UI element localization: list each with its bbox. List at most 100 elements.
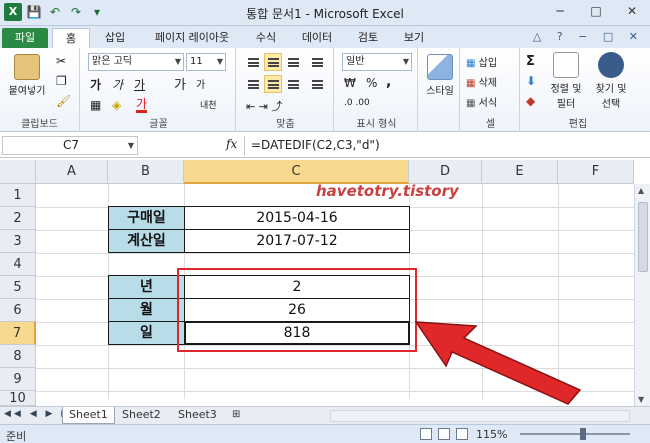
cell-c3[interactable]: 2017-07-12 [184,229,410,253]
autosum-button[interactable]: Σ [526,54,535,69]
align-middle-button[interactable] [264,53,282,71]
row-header-4[interactable]: 4 [0,253,36,276]
clear-icon[interactable]: ◆ [526,94,535,108]
row-header-3[interactable]: 3 [0,230,36,253]
align-top-button[interactable] [244,53,262,71]
copy-icon[interactable]: ❐ [56,74,67,88]
sort-filter-button[interactable]: 정렬 및 필터 [546,52,586,110]
align-left-button[interactable] [244,75,262,93]
tab-insert[interactable]: 삽입 [96,28,134,48]
row-header-10[interactable]: 10 [0,391,36,406]
cell-c2[interactable]: 2015-04-16 [184,206,410,230]
styles-button[interactable]: 스타일 [422,54,458,97]
column-header-b[interactable]: B [108,160,184,184]
column-header-a[interactable]: A [36,160,108,184]
row-header-2[interactable]: 2 [0,207,36,230]
page-break-view-icon[interactable] [456,428,468,440]
page-layout-view-icon[interactable] [438,428,450,440]
tab-page-layout[interactable]: 페이지 레이아웃 [144,28,240,48]
merge-center-button[interactable] [308,75,326,93]
grow-font-button[interactable]: 가 [174,74,186,93]
sheet-tab-sheet2[interactable]: Sheet2 [116,407,167,424]
fill-color-icon[interactable]: ◈ [112,98,121,112]
select-all-button[interactable] [0,160,36,184]
row-header-8[interactable]: 8 [0,345,36,368]
tab-home[interactable]: 홈 [52,28,90,48]
align-icon [268,80,279,89]
align-center-button[interactable] [264,75,282,93]
find-select-button[interactable]: 찾기 및 선택 [590,52,632,110]
tab-data[interactable]: 데이터 [294,28,340,48]
underline-button[interactable]: 가 [134,76,145,93]
zoom-slider[interactable] [520,428,630,440]
currency-button[interactable]: ₩ [344,76,356,90]
indent-icons[interactable]: ⇤ ⇥ ⤴ [246,98,282,114]
percent-button[interactable]: % [366,76,377,90]
column-header-d[interactable]: D [409,160,482,184]
format-painter-icon[interactable]: 🖌 [56,94,71,108]
name-box[interactable]: C7 ▼ [2,136,138,155]
borders-icon[interactable]: ▦ [90,98,101,112]
decimal-icons[interactable]: .0 .00 [344,98,370,108]
align-icon [248,80,259,89]
row-header-9[interactable]: 9 [0,368,36,391]
ribbon-tabs: 파일 홈 삽입 페이지 레이아웃 수식 데이터 검토 보기 △ ? − □ ✕ [0,26,650,48]
format-cells-button[interactable]: ▦ 서식 [466,94,497,109]
tab-view[interactable]: 보기 [396,28,432,48]
scroll-thumb[interactable] [638,202,648,272]
delete-cells-button[interactable]: ▦ 삭제 [466,74,497,89]
column-header-f[interactable]: F [558,160,634,184]
sort-filter-icon [553,52,579,78]
font-name-dropdown[interactable]: 맑은 고딕 ▼ [88,53,184,71]
wrap-text-button[interactable] [308,53,326,71]
tab-review[interactable]: 검토 [350,28,386,48]
vertical-scrollbar[interactable]: ▲ ▼ [634,184,650,406]
font-size-dropdown[interactable]: 11 ▼ [186,53,226,71]
horizontal-scrollbar[interactable] [330,410,630,422]
sheet-tab-sheet1[interactable]: Sheet1 [62,407,115,424]
insert-cells-button[interactable]: ▦ 삽입 [466,54,497,69]
binoculars-icon [598,52,624,78]
scroll-down-icon[interactable]: ▼ [638,395,644,404]
phonetic-button[interactable]: 내천 [200,98,217,111]
number-format-dropdown[interactable]: 일반 ▼ [342,53,412,71]
bold-button[interactable]: 가 [90,76,101,93]
tab-formulas[interactable]: 수식 [248,28,284,48]
zoom-slider-knob[interactable] [580,428,586,440]
row-header-1[interactable]: 1 [0,184,36,207]
cell-b3[interactable]: 계산일 [108,229,185,253]
ribbon-help-icons[interactable]: △ ? − □ ✕ [533,30,644,43]
align-right-button[interactable] [284,75,302,93]
shrink-font-button[interactable]: 가 [196,76,205,91]
italic-button[interactable]: 가 [112,76,123,93]
cell-b7[interactable]: 일 [108,321,185,345]
new-sheet-icon[interactable]: ⊞ [226,407,246,424]
row-header-6[interactable]: 6 [0,299,36,322]
cell-b6[interactable]: 월 [108,298,185,322]
column-header-e[interactable]: E [482,160,558,184]
comma-button[interactable]: , [386,74,391,90]
status-ready: 준비 [6,430,27,443]
status-bar: 준비 115% [0,424,650,443]
insert-function-button[interactable]: fx [226,137,237,151]
row-header-7[interactable]: 7 [0,322,36,345]
restore-button[interactable]: □ [578,0,614,22]
chevron-down-icon: ▼ [174,57,181,66]
paste-button[interactable]: 붙여넣기 [4,54,50,97]
cell-b5[interactable]: 년 [108,275,185,299]
cut-icon[interactable]: ✂ [56,54,66,68]
cell-b2[interactable]: 구매일 [108,206,185,230]
align-bottom-button[interactable] [284,53,302,71]
column-header-c[interactable]: C [184,160,409,184]
normal-view-icon[interactable] [420,428,432,440]
sheet-tab-sheet3[interactable]: Sheet3 [172,407,223,424]
close-button[interactable]: ✕ [614,0,650,22]
tab-file[interactable]: 파일 [2,28,48,48]
formula-input[interactable]: =DATEDIF(C2,C3,"d") [244,136,640,155]
row-header-5[interactable]: 5 [0,276,36,299]
fill-icon[interactable]: ⬇ [526,74,536,88]
zoom-level[interactable]: 115% [476,428,507,441]
font-color-icon[interactable]: 가 [136,98,148,113]
scroll-up-icon[interactable]: ▲ [638,186,644,195]
minimize-button[interactable]: ─ [542,0,578,22]
